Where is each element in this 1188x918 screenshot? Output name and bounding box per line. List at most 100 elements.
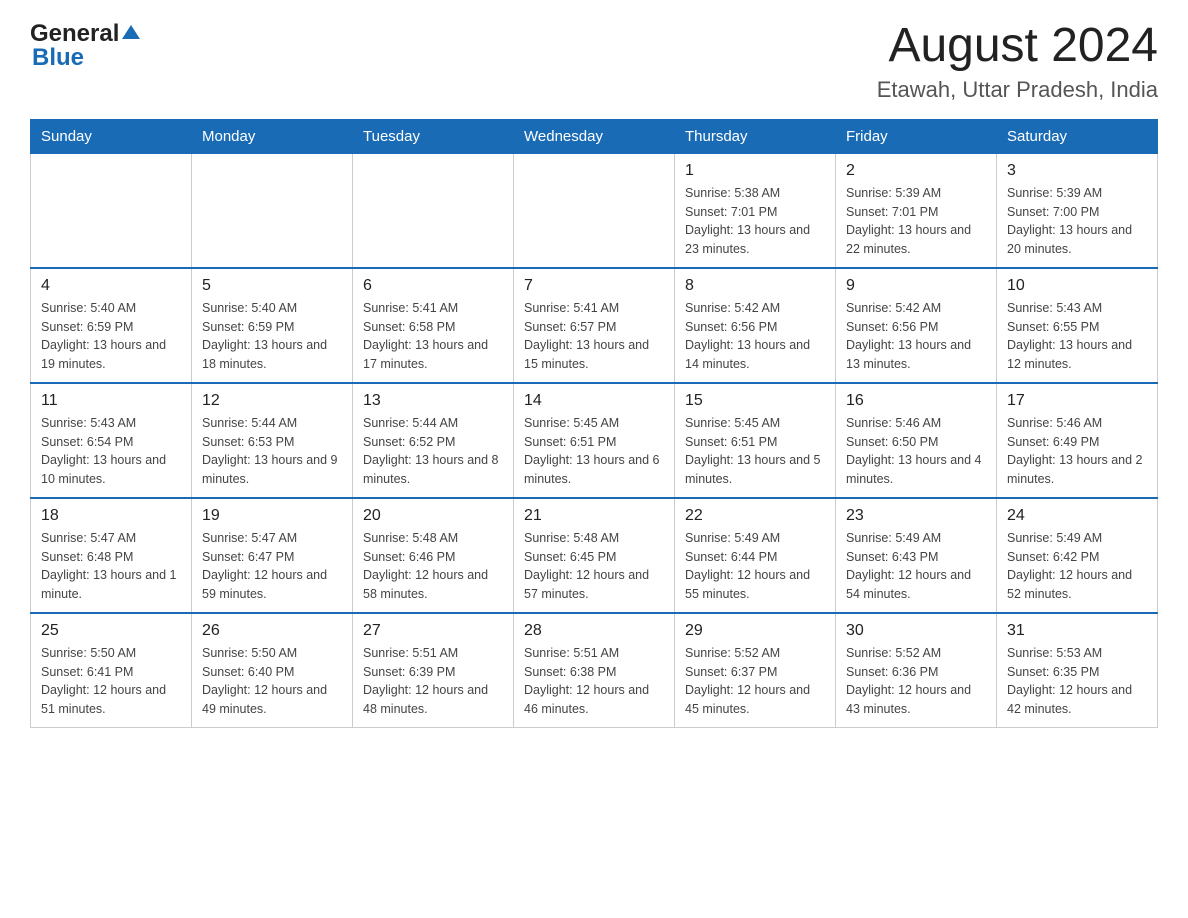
calendar-cell: 10 Sunrise: 5:43 AMSunset: 6:55 PMDayligh… [997, 268, 1158, 383]
day-number: 16 [846, 392, 986, 410]
calendar-cell [353, 153, 514, 268]
day-info: Sunrise: 5:51 AMSunset: 6:39 PMDaylight:… [363, 644, 503, 719]
day-info: Sunrise: 5:48 AMSunset: 6:46 PMDaylight:… [363, 529, 503, 604]
calendar-cell [514, 153, 675, 268]
calendar-cell: 11Sunrise: 5:43 AMSunset: 6:54 PMDayligh… [31, 383, 192, 498]
week-row-5: 25Sunrise: 5:50 AMSunset: 6:41 PMDayligh… [31, 613, 1158, 728]
day-number: 20 [363, 507, 503, 525]
header-wednesday: Wednesday [514, 119, 675, 153]
calendar-subtitle: Etawah, Uttar Pradesh, India [877, 77, 1158, 103]
calendar-cell: 15 Sunrise: 5:45 AMSunset: 6:51 PMDayligh… [675, 383, 836, 498]
day-number: 24 [1007, 507, 1147, 525]
calendar-cell: 7 Sunrise: 5:41 AMSunset: 6:57 PMDaylight… [514, 268, 675, 383]
day-info: Sunrise: 5:41 AMSunset: 6:58 PMDaylight:… [363, 299, 503, 374]
header-friday: Friday [836, 119, 997, 153]
day-number: 19 [202, 507, 342, 525]
day-info: Sunrise: 5:43 AMSunset: 6:55 PMDaylight:… [1007, 299, 1147, 374]
logo-blue-text: Blue [32, 44, 84, 72]
day-info: Sunrise: 5:44 AMSunset: 6:52 PMDaylight:… [363, 414, 503, 489]
calendar-cell [192, 153, 353, 268]
day-number: 11 [41, 392, 181, 410]
day-number: 1 [685, 162, 825, 180]
day-info: Sunrise: 5:50 AMSunset: 6:40 PMDaylight:… [202, 644, 342, 719]
day-number: 15 [685, 392, 825, 410]
calendar-cell: 17Sunrise: 5:46 AMSunset: 6:49 PMDayligh… [997, 383, 1158, 498]
calendar-cell: 30 Sunrise: 5:52 AMSunset: 6:36 PMDayligh… [836, 613, 997, 728]
calendar-cell: 19 Sunrise: 5:47 AMSunset: 6:47 PMDayligh… [192, 498, 353, 613]
day-info: Sunrise: 5:39 AMSunset: 7:01 PMDaylight:… [846, 184, 986, 259]
calendar-cell: 20 Sunrise: 5:48 AMSunset: 6:46 PMDayligh… [353, 498, 514, 613]
day-info: Sunrise: 5:50 AMSunset: 6:41 PMDaylight:… [41, 644, 181, 719]
calendar-cell: 9 Sunrise: 5:42 AMSunset: 6:56 PMDaylight… [836, 268, 997, 383]
day-number: 26 [202, 622, 342, 640]
calendar-cell: 4 Sunrise: 5:40 AMSunset: 6:59 PMDaylight… [31, 268, 192, 383]
header-sunday: Sunday [31, 119, 192, 153]
calendar-cell: 21Sunrise: 5:48 AMSunset: 6:45 PMDayligh… [514, 498, 675, 613]
day-number: 30 [846, 622, 986, 640]
logo-triangle-icon [122, 25, 140, 39]
day-info: Sunrise: 5:40 AMSunset: 6:59 PMDaylight:… [202, 299, 342, 374]
day-info: Sunrise: 5:44 AMSunset: 6:53 PMDaylight:… [202, 414, 342, 489]
day-number: 22 [685, 507, 825, 525]
calendar-cell: 16 Sunrise: 5:46 AMSunset: 6:50 PMDayligh… [836, 383, 997, 498]
week-row-3: 11Sunrise: 5:43 AMSunset: 6:54 PMDayligh… [31, 383, 1158, 498]
day-info: Sunrise: 5:52 AMSunset: 6:37 PMDaylight:… [685, 644, 825, 719]
day-number: 3 [1007, 162, 1147, 180]
day-info: Sunrise: 5:45 AMSunset: 6:51 PMDaylight:… [524, 414, 664, 489]
header-saturday: Saturday [997, 119, 1158, 153]
calendar-cell: 12 Sunrise: 5:44 AMSunset: 6:53 PMDayligh… [192, 383, 353, 498]
calendar-cell: 2 Sunrise: 5:39 AMSunset: 7:01 PMDaylight… [836, 153, 997, 268]
calendar-title: August 2024 [877, 20, 1158, 73]
day-info: Sunrise: 5:45 AMSunset: 6:51 PMDaylight:… [685, 414, 825, 489]
day-number: 9 [846, 277, 986, 295]
calendar-cell: 25Sunrise: 5:50 AMSunset: 6:41 PMDayligh… [31, 613, 192, 728]
day-info: Sunrise: 5:52 AMSunset: 6:36 PMDaylight:… [846, 644, 986, 719]
week-row-2: 4 Sunrise: 5:40 AMSunset: 6:59 PMDaylight… [31, 268, 1158, 383]
day-number: 23 [846, 507, 986, 525]
day-number: 2 [846, 162, 986, 180]
day-number: 7 [524, 277, 664, 295]
calendar-cell: 27 Sunrise: 5:51 AMSunset: 6:39 PMDayligh… [353, 613, 514, 728]
calendar-cell: 23 Sunrise: 5:49 AMSunset: 6:43 PMDayligh… [836, 498, 997, 613]
day-number: 8 [685, 277, 825, 295]
day-info: Sunrise: 5:46 AMSunset: 6:50 PMDaylight:… [846, 414, 986, 489]
calendar-cell: 13 Sunrise: 5:44 AMSunset: 6:52 PMDayligh… [353, 383, 514, 498]
header-tuesday: Tuesday [353, 119, 514, 153]
calendar-cell: 31Sunrise: 5:53 AMSunset: 6:35 PMDayligh… [997, 613, 1158, 728]
day-number: 13 [363, 392, 503, 410]
day-number: 6 [363, 277, 503, 295]
day-number: 12 [202, 392, 342, 410]
day-info: Sunrise: 5:40 AMSunset: 6:59 PMDaylight:… [41, 299, 181, 374]
header-thursday: Thursday [675, 119, 836, 153]
day-info: Sunrise: 5:42 AMSunset: 6:56 PMDaylight:… [846, 299, 986, 374]
title-block: August 2024 Etawah, Uttar Pradesh, India [877, 20, 1158, 103]
day-number: 31 [1007, 622, 1147, 640]
day-info: Sunrise: 5:41 AMSunset: 6:57 PMDaylight:… [524, 299, 664, 374]
week-row-1: 1 Sunrise: 5:38 AMSunset: 7:01 PMDaylight… [31, 153, 1158, 268]
calendar-cell: 14Sunrise: 5:45 AMSunset: 6:51 PMDayligh… [514, 383, 675, 498]
day-number: 10 [1007, 277, 1147, 295]
calendar-cell: 24 Sunrise: 5:49 AMSunset: 6:42 PMDayligh… [997, 498, 1158, 613]
calendar-cell: 6 Sunrise: 5:41 AMSunset: 6:58 PMDaylight… [353, 268, 514, 383]
day-info: Sunrise: 5:39 AMSunset: 7:00 PMDaylight:… [1007, 184, 1147, 259]
header-monday: Monday [192, 119, 353, 153]
day-info: Sunrise: 5:48 AMSunset: 6:45 PMDaylight:… [524, 529, 664, 604]
calendar-cell: 8 Sunrise: 5:42 AMSunset: 6:56 PMDaylight… [675, 268, 836, 383]
day-number: 4 [41, 277, 181, 295]
day-info: Sunrise: 5:49 AMSunset: 6:43 PMDaylight:… [846, 529, 986, 604]
calendar-cell: 18Sunrise: 5:47 AMSunset: 6:48 PMDayligh… [31, 498, 192, 613]
day-info: Sunrise: 5:47 AMSunset: 6:47 PMDaylight:… [202, 529, 342, 604]
day-info: Sunrise: 5:49 AMSunset: 6:42 PMDaylight:… [1007, 529, 1147, 604]
day-number: 27 [363, 622, 503, 640]
day-info: Sunrise: 5:51 AMSunset: 6:38 PMDaylight:… [524, 644, 664, 719]
calendar-cell: 29Sunrise: 5:52 AMSunset: 6:37 PMDayligh… [675, 613, 836, 728]
calendar-cell: 28 Sunrise: 5:51 AMSunset: 6:38 PMDayligh… [514, 613, 675, 728]
day-info: Sunrise: 5:42 AMSunset: 6:56 PMDaylight:… [685, 299, 825, 374]
day-info: Sunrise: 5:47 AMSunset: 6:48 PMDaylight:… [41, 529, 181, 604]
day-number: 5 [202, 277, 342, 295]
day-info: Sunrise: 5:49 AMSunset: 6:44 PMDaylight:… [685, 529, 825, 604]
day-info: Sunrise: 5:38 AMSunset: 7:01 PMDaylight:… [685, 184, 825, 259]
calendar-cell: 3 Sunrise: 5:39 AMSunset: 7:00 PMDaylight… [997, 153, 1158, 268]
page-header: General Blue August 2024 Etawah, Uttar P… [30, 20, 1158, 103]
day-number: 28 [524, 622, 664, 640]
